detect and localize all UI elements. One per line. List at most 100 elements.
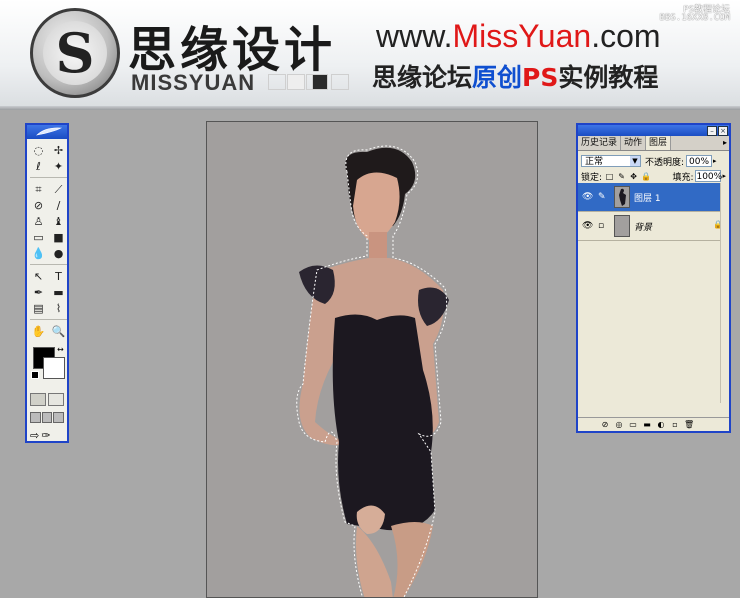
chevron-down-icon: ▼ [630,156,640,166]
lock-position-icon[interactable]: ✥ [629,172,638,181]
document-canvas[interactable] [206,121,538,598]
url-suffix: .com [591,18,661,54]
blend-row: 正常 ▼ 不透明度: 00% ▸ [578,153,729,169]
layer-row[interactable]: 👁 ▫ 背景 🔒 [578,212,729,241]
history-brush-icon[interactable]: ♝ [50,214,67,229]
shape-icon[interactable]: ▬ [50,285,67,300]
screen-mode-row [30,412,65,423]
brand-name-english: MISSYUAN [131,70,256,95]
portrait-photo [296,145,449,597]
hand-icon[interactable]: ✋ [30,324,47,339]
tool-grid: ◌ ✢ ℓ ✦ ⌗ ⟋ ⊘ ∕ ♙ ♝ ▭ ■ 💧 ● ↖ T ✒ ▬ ▤ ⌇ ✋ 🔍 [27,139,67,339]
opacity-arrow-icon[interactable]: ▸ [713,157,717,165]
layer-style-icon[interactable]: ◎ [614,420,624,429]
url-prefix: www. [376,18,453,54]
fill-field[interactable]: 100% [695,170,722,182]
new-layer-icon[interactable]: ▫ [670,420,680,429]
notes-icon[interactable]: ▤ [30,301,47,316]
lasso-icon[interactable]: ℓ [30,159,47,174]
lock-row: 锁定: □ ✎ ✥ 🔒 填充: 100% ▸ [578,169,729,184]
background-color[interactable] [43,357,65,379]
layers-scrollbar[interactable] [720,183,729,403]
color-swatch [312,74,328,90]
opacity-field[interactable]: 00% [686,155,713,167]
minimize-icon[interactable]: – [707,126,717,136]
move-icon[interactable]: ✢ [50,143,67,158]
color-swatch [331,74,349,90]
tools-title-bar[interactable] [27,125,67,139]
tool-separator [30,264,67,268]
panel-title-bar[interactable]: – × [578,125,729,136]
dodge-icon[interactable]: ● [50,246,67,261]
swap-colors-icon[interactable]: ↔ [57,345,64,354]
magic-wand-icon[interactable]: ✦ [50,159,67,174]
new-group-icon[interactable]: ▬ [642,420,652,429]
delete-layer-icon[interactable]: 🗑 [684,420,694,429]
gradient-icon[interactable]: ■ [50,230,67,245]
site-tagline: 思缘论坛原创PS实例教程 [372,63,659,92]
tab-actions[interactable]: 动作 [621,136,647,150]
lock-label: 锁定: [581,172,603,183]
pen-icon[interactable]: ✒ [30,285,47,300]
site-banner: S 思缘设计 MISSYUAN www.MissYuan.com 思缘论坛原创P… [0,0,740,110]
healing-brush-icon[interactable]: ⊘ [30,198,47,213]
adjustment-layer-icon[interactable]: ◐ [656,420,666,429]
jump-row: ⇨ ✑ [30,429,64,442]
watermark-line-2: BBS.16XX8.COM [659,13,730,23]
panel-menu-icon[interactable]: ▸ [723,138,727,147]
tools-palette: ◌ ✢ ℓ ✦ ⌗ ⟋ ⊘ ∕ ♙ ♝ ▭ ■ 💧 ● ↖ T ✒ ▬ ▤ ⌇ ✋ 🔍 ↔ ⇨ ✑ [25,123,69,443]
link-layers-icon[interactable]: ⊘ [600,420,610,429]
full-screen-button[interactable] [53,412,65,423]
site-url[interactable]: www.MissYuan.com [376,18,661,55]
eraser-icon[interactable]: ▭ [30,230,47,245]
mask-mode-row [30,393,64,406]
lock-all-icon[interactable]: 🔒 [641,172,651,181]
clone-stamp-icon[interactable]: ♙ [30,214,47,229]
layer-name[interactable]: 图层 1 [634,191,661,204]
tab-layers[interactable]: 图层 [646,136,672,150]
opacity-label: 不透明度: [645,157,685,168]
color-swatch [268,74,286,90]
zoom-icon[interactable]: 🔍 [50,324,67,339]
full-screen-menu-button[interactable] [41,412,53,423]
tool-separator [30,177,67,181]
lock-transparency-icon[interactable]: □ [605,172,614,181]
jump-to-imageready-icon[interactable]: ⇨ [30,429,39,442]
blend-mode-select[interactable]: 正常 ▼ [581,155,641,167]
add-mask-icon[interactable]: ▭ [628,420,638,429]
url-brand: MissYuan [452,18,592,54]
tab-history[interactable]: 历史记录 [578,136,622,150]
layer-name[interactable]: 背景 [634,220,652,233]
feather-icon [36,127,63,136]
fill-label: 填充: [672,172,694,183]
type-icon[interactable]: T [50,269,67,284]
path-selection-icon[interactable]: ↖ [30,269,47,284]
lock-pixels-icon[interactable]: ✎ [617,172,626,181]
layers-list: 👁 ✎ 图层 1 👁 ▫ 背景 🔒 [578,183,729,403]
eye-icon[interactable]: 👁 [582,192,593,202]
default-colors-icon[interactable] [31,371,39,379]
logo-letter: S [55,21,95,85]
site-logo: S [30,8,120,98]
fill-arrow-icon[interactable]: ▸ [722,172,726,180]
standard-mode-button[interactable] [30,393,46,406]
blur-icon[interactable]: 💧 [30,246,47,261]
layer-thumbnail [614,186,630,208]
standard-screen-button[interactable] [30,412,41,423]
layers-toolbar: ⊘ ◎ ▭ ▬ ◐ ▫ 🗑 [578,417,729,431]
brush-icon[interactable]: ∕ [50,198,67,213]
figure-thumbnail [619,188,626,206]
close-icon[interactable]: × [718,126,728,136]
marquee-icon[interactable]: ◌ [30,143,47,158]
panel-tabs: 历史记录 动作 图层 ▸ [578,136,729,151]
eye-icon[interactable]: 👁 [582,221,593,231]
quick-mask-button[interactable] [48,393,64,406]
layer-thumbnail [614,215,630,237]
eyedropper-icon[interactable]: ⌇ [50,301,67,316]
layers-panel: – × 历史记录 动作 图层 ▸ 正常 ▼ 不透明度: 00% ▸ 锁定: □ … [576,123,731,433]
crop-icon[interactable]: ⌗ [30,182,47,197]
slice-icon[interactable]: ⟋ [50,182,67,197]
edit-in-imageready-icon[interactable]: ✑ [41,429,50,442]
layer-row[interactable]: 👁 ✎ 图层 1 [578,183,729,212]
tool-separator [30,319,67,323]
